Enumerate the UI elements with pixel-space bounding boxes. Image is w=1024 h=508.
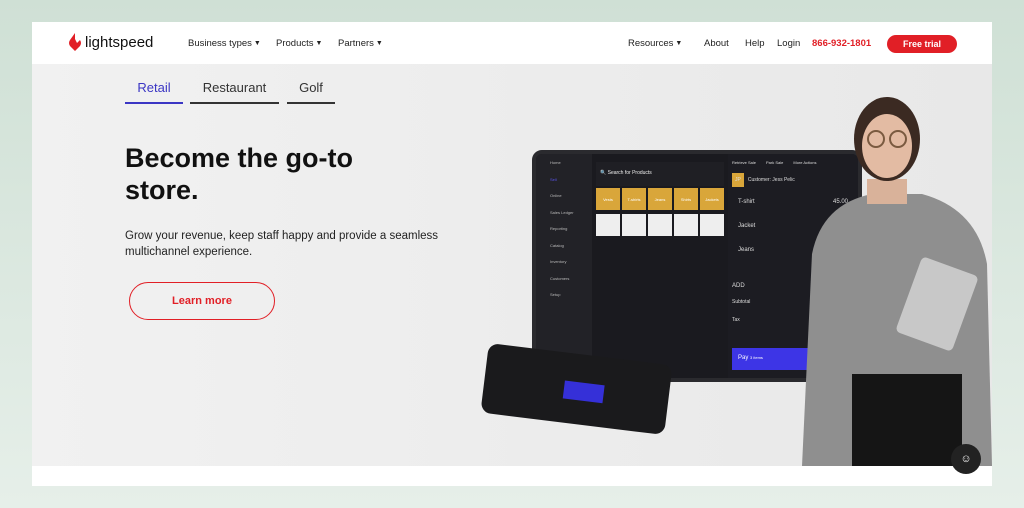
nav-partners[interactable]: Partners ▼ [338,38,383,49]
chat-icon: ☺ [960,453,972,465]
pos-nav-item: Online [550,193,562,198]
tab-golf[interactable]: Golf [287,80,335,104]
page-card: lightspeed Business types ▼ Products ▼ Par… [32,22,992,486]
free-trial-button[interactable]: Free trial [887,35,957,53]
customer-name: Customer: Jess Pelic [747,177,795,183]
pos-nav-item: Reporting [550,226,568,231]
nav-help[interactable]: Help [745,38,765,49]
logo[interactable]: lightspeed [68,33,153,51]
nav-resources[interactable]: Resources ▼ [628,38,682,49]
tab-restaurant[interactable]: Restaurant [190,80,279,104]
caret-down-icon: ▼ [675,40,683,47]
tab-retail[interactable]: Retail [125,80,183,104]
hero-title: Become the go-to store. [125,143,354,205]
chat-button[interactable]: ☺ [951,444,981,474]
pos-category: Shirts [674,188,698,210]
product-image [622,214,646,236]
pay-items: 3 items [750,355,763,360]
caret-down-icon: ▼ [315,40,323,47]
flame-icon [69,33,81,51]
top-nav: lightspeed Business types ▼ Products ▼ Par… [32,22,992,64]
pos-category: T-shirts [622,188,646,210]
pos-nav-item: Sell [550,176,557,182]
nav-about[interactable]: About [704,38,729,49]
caret-down-icon: ▼ [253,40,261,47]
caret-down-icon: ▼ [375,40,383,47]
pay-label: Pay [738,355,749,361]
product-image [596,214,620,236]
pos-action: Park Sale [766,160,784,165]
customer-avatar: JP [732,173,744,187]
cart-item: T-shirt [738,199,755,205]
terminal-screen [562,380,605,404]
product-image [700,214,724,236]
pos-action: Retrieve Sale [732,160,757,165]
pos-category: Vests [596,188,620,210]
product-image [674,214,698,236]
pos-category: Jackets [700,188,724,210]
product-image [648,214,672,236]
hero-subtitle: Grow your revenue, keep staff happy and … [125,230,439,258]
nav-login[interactable]: Login [777,38,800,49]
pos-search-text: Search for Products [607,170,652,176]
learn-more-button[interactable]: Learn more [129,282,275,320]
nav-label: Partners [338,38,374,49]
pos-nav-item: Setup [550,292,561,297]
nav-business-types[interactable]: Business types ▼ [188,38,261,49]
pos-nav-item: Sales Ledger [550,209,574,215]
hero-section: Retail Restaurant Golf Become the go-to … [32,64,992,466]
woman-with-tablet-image [802,97,992,466]
nav-label: Resources [628,38,674,49]
nav-label: Business types [188,38,252,49]
pos-sidebar: Home Sell Online Sales Ledger Reporting … [536,154,592,378]
nav-products[interactable]: Products ▼ [276,38,322,49]
phone-link[interactable]: 866-932-1801 [812,38,871,49]
pos-nav-item: Inventory [550,259,567,264]
pos-nav-item: Customers [550,275,570,281]
pos-search: 🔍 Search for Products [596,162,724,186]
pos-products: 🔍 Search for Products Vests T-shirts Jea… [596,162,724,236]
pos-nav-item: Home [550,160,561,165]
nav-label: Products [276,38,314,49]
pos-nav-item: Catalog [550,242,564,248]
pos-category: Jeans [648,188,672,210]
logo-text: lightspeed [85,33,154,51]
